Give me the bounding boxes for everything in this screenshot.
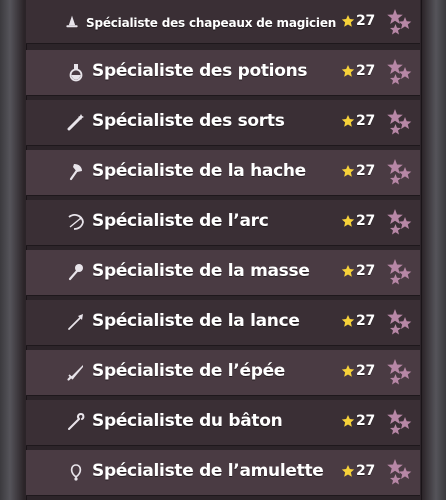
- achievement-points: 27: [341, 263, 375, 279]
- achievement-title: Spécialiste des chapeaux de magicien: [86, 16, 337, 30]
- achievement-row[interactable]: Spécialiste des sorts 27: [26, 100, 420, 146]
- achievement-points: 27: [341, 163, 375, 179]
- achievement-points: 27: [341, 113, 375, 129]
- points-value: 27: [356, 363, 375, 379]
- gold-star-icon: [341, 465, 355, 477]
- spear-icon: [66, 312, 86, 332]
- wand-icon: [66, 112, 86, 132]
- stars-progress-icon[interactable]: [386, 208, 416, 238]
- axe-icon: [66, 162, 86, 182]
- achievement-points: 27: [341, 213, 375, 229]
- stars-progress-icon[interactable]: [386, 258, 416, 288]
- achievement-title: Spécialiste de l’arc: [92, 211, 269, 231]
- gold-star-icon: [341, 265, 355, 277]
- achievement-title: Spécialiste de la lance: [92, 311, 300, 331]
- stars-progress-icon[interactable]: [386, 158, 416, 188]
- gold-star-icon: [341, 215, 355, 227]
- staff-icon: [66, 412, 86, 432]
- achievement-row[interactable]: Spécialiste de l’épée 27: [26, 350, 420, 396]
- gold-star-icon: [341, 165, 355, 177]
- points-value: 27: [356, 413, 375, 429]
- stars-progress-icon[interactable]: [386, 458, 416, 488]
- achievement-points: 27: [341, 13, 375, 29]
- points-value: 27: [356, 463, 375, 479]
- points-value: 27: [356, 13, 375, 29]
- achievement-row[interactable]: Spécialiste de la masse 27: [26, 250, 420, 296]
- achievement-row[interactable]: Spécialiste de l’amulette 27: [26, 450, 420, 496]
- achievement-points: 27: [341, 463, 375, 479]
- achievement-points: 27: [341, 313, 375, 329]
- achievement-row[interactable]: Spécialiste des chapeaux de magicien 27: [26, 0, 420, 44]
- gold-star-icon: [341, 115, 355, 127]
- achievement-points: 27: [341, 63, 375, 79]
- achievement-title: Spécialiste de l’épée: [92, 361, 286, 381]
- gold-star-icon: [341, 365, 355, 377]
- achievement-row[interactable]: Spécialiste du bâton 27: [26, 400, 420, 446]
- achievement-row[interactable]: Spécialiste de l’arc 27: [26, 200, 420, 246]
- wizard-hat-icon: [64, 14, 80, 30]
- achievement-title: Spécialiste de la hache: [92, 161, 306, 181]
- points-value: 27: [356, 63, 375, 79]
- stars-progress-icon[interactable]: [386, 8, 416, 38]
- bow-icon: [66, 212, 86, 232]
- gold-star-icon: [341, 15, 355, 27]
- stars-progress-icon[interactable]: [386, 408, 416, 438]
- stars-progress-icon[interactable]: [386, 58, 416, 88]
- achievement-row[interactable]: Spécialiste de la hache 27: [26, 150, 420, 196]
- achievement-title: Spécialiste des potions: [92, 61, 308, 81]
- achievement-row[interactable]: Spécialiste des potions 27: [26, 50, 420, 96]
- achievement-points: 27: [341, 363, 375, 379]
- points-value: 27: [356, 213, 375, 229]
- points-value: 27: [356, 263, 375, 279]
- gold-star-icon: [341, 415, 355, 427]
- mace-icon: [66, 262, 86, 282]
- sword-icon: [66, 362, 86, 382]
- stars-progress-icon[interactable]: [386, 108, 416, 138]
- gold-star-icon: [341, 315, 355, 327]
- achievement-title: Spécialiste des sorts: [92, 111, 285, 131]
- points-value: 27: [356, 313, 375, 329]
- stars-progress-icon[interactable]: [386, 358, 416, 388]
- achievement-title: Spécialiste de la masse: [92, 261, 310, 281]
- achievement-points: 27: [341, 413, 375, 429]
- stars-progress-icon[interactable]: [386, 308, 416, 338]
- game-frame: Spécialiste des chapeaux de magicien 27 …: [0, 0, 446, 500]
- points-value: 27: [356, 163, 375, 179]
- achievement-title: Spécialiste de l’amulette: [92, 461, 324, 481]
- amulet-icon: [66, 462, 86, 482]
- potion-icon: [66, 62, 86, 82]
- gold-star-icon: [341, 65, 355, 77]
- achievement-title: Spécialiste du bâton: [92, 411, 283, 431]
- achievement-row[interactable]: Spécialiste de la lance 27: [26, 300, 420, 346]
- points-value: 27: [356, 113, 375, 129]
